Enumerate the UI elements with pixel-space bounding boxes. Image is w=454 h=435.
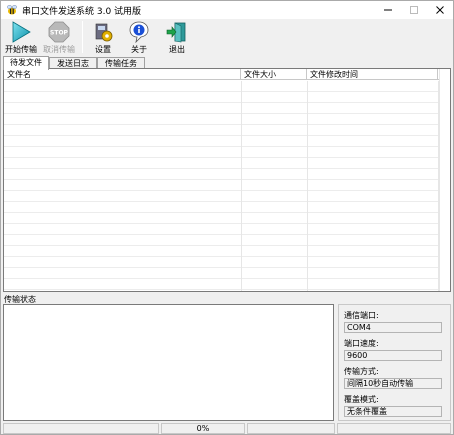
settings-button[interactable]: 设置 <box>88 19 118 55</box>
table-row[interactable] <box>4 191 438 202</box>
table-row[interactable] <box>4 92 438 103</box>
column-header-filename[interactable]: 文件名 <box>4 69 241 80</box>
transfer-status-log[interactable] <box>3 304 334 421</box>
table-row[interactable] <box>4 257 438 268</box>
baud-label: 端口速度: <box>344 339 379 348</box>
settings-label: 设置 <box>95 45 111 54</box>
window-controls <box>375 1 453 19</box>
about-button[interactable]: 关于 <box>122 19 156 55</box>
cancel-transfer-label: 取消传输 <box>43 45 75 54</box>
status-cell-message <box>3 423 159 434</box>
table-row[interactable] <box>4 180 438 191</box>
toolbar: 开始传输 STOP 取消传输 设置 关于 退出 <box>1 19 453 55</box>
column-divider <box>307 81 308 291</box>
title-bar[interactable]: 串口文件发送系统 3.0 试用版 <box>1 1 453 19</box>
table-row[interactable] <box>4 147 438 158</box>
maximize-button[interactable] <box>401 1 427 19</box>
start-transfer-label: 开始传输 <box>5 45 37 54</box>
table-row[interactable] <box>4 114 438 125</box>
table-row[interactable] <box>4 136 438 147</box>
vertical-scrollbar[interactable] <box>439 69 450 291</box>
status-cell-info <box>247 423 335 434</box>
settings-gear-icon <box>95 23 113 42</box>
status-cell-extra <box>337 423 451 434</box>
column-header-modified-time[interactable]: 文件修改时间 <box>307 69 438 80</box>
table-row[interactable] <box>4 213 438 224</box>
table-row[interactable] <box>4 81 438 92</box>
table-row[interactable] <box>4 235 438 246</box>
progress-text: 0% <box>161 423 245 434</box>
minimize-button[interactable] <box>375 1 401 19</box>
close-button[interactable] <box>427 1 453 19</box>
cancel-transfer-button[interactable]: STOP 取消传输 <box>41 19 77 55</box>
table-row[interactable] <box>4 268 438 279</box>
exit-door-icon <box>166 22 186 43</box>
table-row[interactable] <box>4 158 438 169</box>
stop-sign-icon: STOP <box>48 21 70 43</box>
file-list[interactable]: 文件名 文件大小 文件修改时间 <box>3 68 451 292</box>
column-divider <box>241 81 242 291</box>
main-window: 串口文件发送系统 3.0 试用版 开始传输 STOP 取消传输 设置 关于 退出… <box>0 0 454 435</box>
close-icon <box>436 6 444 14</box>
connection-info-panel: 通信端口: COM4 端口速度: 9600 传输方式: 间隔10秒自动传输 覆盖… <box>338 304 451 421</box>
overwrite-value: 无条件覆盖 <box>344 406 442 417</box>
play-triangle-icon <box>12 21 31 43</box>
window-title: 串口文件发送系统 3.0 试用版 <box>22 6 142 17</box>
overwrite-label: 覆盖模式: <box>344 395 379 404</box>
about-label: 关于 <box>131 45 147 54</box>
table-row[interactable] <box>4 125 438 136</box>
table-row[interactable] <box>4 103 438 114</box>
port-label: 通信端口: <box>344 311 379 320</box>
port-value: COM4 <box>344 322 442 333</box>
exit-button[interactable]: 退出 <box>160 19 194 55</box>
table-row[interactable] <box>4 246 438 257</box>
list-header: 文件名 文件大小 文件修改时间 <box>4 69 450 80</box>
mode-label: 传输方式: <box>344 367 379 376</box>
column-header-filesize[interactable]: 文件大小 <box>241 69 307 80</box>
exit-label: 退出 <box>169 45 185 54</box>
status-bar: 0% <box>1 422 453 435</box>
info-icon <box>129 21 149 43</box>
table-row[interactable] <box>4 202 438 213</box>
toolbar-separator <box>82 21 83 53</box>
table-row[interactable] <box>4 169 438 180</box>
baud-value: 9600 <box>344 350 442 361</box>
minimize-icon <box>384 9 392 11</box>
start-transfer-button[interactable]: 开始传输 <box>3 19 39 55</box>
maximize-icon <box>410 6 418 14</box>
bee-icon <box>7 5 17 15</box>
table-row[interactable] <box>4 224 438 235</box>
table-row[interactable] <box>4 279 438 290</box>
svg-text:STOP: STOP <box>50 30 69 37</box>
tab-pending-files[interactable]: 待发文件 <box>3 56 49 70</box>
list-body[interactable] <box>4 81 450 291</box>
mode-value: 间隔10秒自动传输 <box>344 378 442 389</box>
